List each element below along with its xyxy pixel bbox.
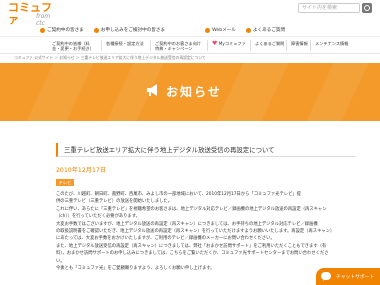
subnav-item-outage[interactable]: 障害情報: [291, 41, 308, 46]
topnav-item-subscribers[interactable]: ご契約中の皆さま: [40, 27, 84, 33]
body-line: 供の三重テレビ（三重テレビ）の放送を開始いたしました。: [56, 199, 173, 205]
topnav-item-faq[interactable]: よくあるご質問: [245, 27, 286, 33]
subnav-item-faq[interactable]: よくあるご質問: [255, 41, 284, 46]
bullet-icon: [40, 27, 45, 33]
body-line: また、地上デジタル放送受信の再設定（再スキャン）につきましては、弊社「おまかせ訪…: [56, 243, 327, 249]
search-icon[interactable]: [362, 3, 372, 13]
chat-label: チャットサポート: [336, 275, 375, 280]
bullet-icon: [245, 27, 251, 33]
topnav-item-webmail[interactable]: Webメール: [205, 27, 236, 33]
divider: [286, 40, 287, 51]
divider: [101, 40, 102, 51]
banner-stripe: [216, 63, 289, 121]
bullet-icon: [93, 27, 99, 33]
divider: [310, 40, 311, 51]
bullet-icon: [205, 27, 211, 33]
body-line: の取扱説明書をご確認いただき、地上デジタル放送の再設定（再スキャン）を行っていた…: [56, 229, 335, 235]
subnav-item-maintenance[interactable]: メンテナンス情報: [315, 41, 348, 46]
subnav-item-mycommufa[interactable]: ♥ Myコミュファ: [212, 40, 246, 47]
page-title: お知らせ: [166, 85, 222, 99]
page-banner: お知らせ: [0, 63, 380, 121]
chat-bubble-icon: [321, 272, 331, 281]
chat-support-button[interactable]: チャットサポート: [316, 268, 380, 285]
top-nav: ご契約中の皆さま お申し込みをご検討中の皆さま Webメール よくあるご質問: [0, 24, 380, 36]
topnav-label: Webメール: [212, 28, 236, 33]
breadcrumb[interactable]: コミュファ 公式サイト ＞ お知らせ ＞ 三重テレビ放送エリア拡大に伴う地上デジ…: [14, 55, 206, 61]
subnav-item-setup[interactable]: 各種接続・設定方法: [106, 41, 144, 46]
divider: [207, 40, 208, 51]
banner-stripe: [26, 63, 94, 121]
logo[interactable]: コミュファ from ctc: [8, 2, 56, 28]
topnav-label: よくあるご質問: [252, 28, 286, 33]
body-line: 料）。おまかせ訪問サポートのお申し込みにつきましては、こちらをご覧いただくか、コ…: [56, 251, 329, 257]
sub-nav: ご契約中の皆様（料金・変更・お手続き） 各種接続・設定方法 ご契約中のお客さま向…: [0, 36, 380, 54]
subnav-item-account[interactable]: ご契約中の皆様（料金・変更・お手続き）: [52, 41, 98, 51]
topnav-item-prospective[interactable]: お申し込みをご検討中の皆さま: [93, 27, 166, 33]
article-heading: 三重テレビ放送エリア拡大に伴う地上デジタル放送受信の再設定について: [56, 143, 356, 157]
topnav-label: お申し込みをご検討中の皆さま: [100, 28, 166, 33]
body-line: にあたっては、大変お手数をおかけいたしますが、ご利用のテレビ／録画機のメーカーに…: [56, 236, 275, 242]
article-title: 三重テレビ放送エリア拡大に伴う地上デジタル放送受信の再設定について: [64, 146, 275, 154]
body-line: 大変お手数ではございますが、地上デジタル放送の再設定（再スキャン）につきましては…: [56, 221, 318, 227]
banner-stripe: [306, 63, 369, 121]
heart-icon: ♥: [212, 40, 218, 47]
body-line: このたび、川越町、朝日町、菰野町、西尾市、みよし市の一部地域において、2010年…: [56, 192, 301, 197]
body-line: これに伴い、あらたに「三重テレビ」を視聴希望のお客さまは、地上デジタル対応テレビ…: [56, 206, 327, 212]
body-line: （ch））を行っていただく必要があります。: [56, 214, 140, 220]
subnav-label: Myコミュファ: [218, 41, 246, 46]
megaphone-icon: [147, 84, 157, 96]
search-input[interactable]: サイト内を検索: [298, 3, 360, 13]
subnav-item-campaign[interactable]: ご契約中のお客さま向け特典・キャンペーン: [155, 41, 205, 51]
topnav-label: ご契約中の皆さま: [47, 28, 84, 33]
body-line: 今後とも「コミュファ光」をご愛顧賜りますよう、よろしくお願い申し上げます。: [56, 266, 215, 272]
divider: [250, 40, 251, 51]
article-body: このたび、川越町、朝日町、菰野町、西尾市、みよし市の一部地域において、2010年…: [56, 191, 352, 272]
site-header: コミュファ from ctc サイト内を検索 ご契約中の皆さま お申し込みをご検…: [0, 0, 380, 36]
body-line: い。: [56, 258, 65, 264]
divider: [150, 40, 151, 51]
category-badge: テレビ: [56, 179, 74, 186]
article-date: 2010年12月17日: [56, 167, 107, 174]
